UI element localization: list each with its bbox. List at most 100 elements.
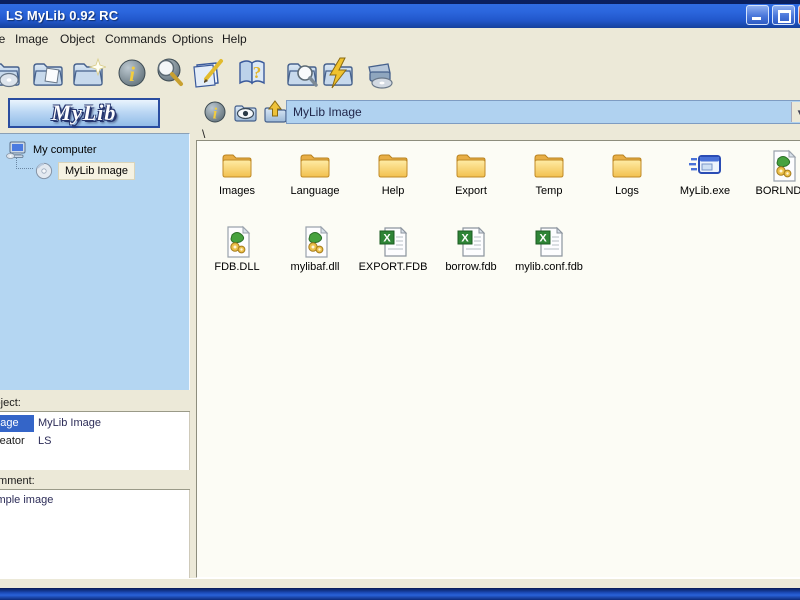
object-section-title: Object: (0, 397, 21, 409)
file-row-1: Images Language Help Export Temp Logs My… (198, 149, 800, 197)
file-label: FDB.DLL (214, 261, 260, 273)
toolbar-quick-button[interactable] (320, 55, 356, 91)
folder-icon (532, 149, 566, 183)
combo-dropdown-button[interactable]: ▼ (791, 102, 800, 122)
open-image-folder-icon (0, 55, 23, 91)
edit-notes-icon (190, 55, 226, 91)
folder-icon (298, 149, 332, 183)
disc-icon (35, 162, 53, 180)
file-list-panel: Images Language Help Export Temp Logs My… (196, 140, 800, 578)
file-item-logs[interactable]: Logs (588, 149, 666, 197)
folder-icon (220, 149, 254, 183)
mylib-logo-banner: MyLib (8, 98, 160, 128)
maximize-button[interactable] (772, 5, 795, 25)
application-icon (688, 149, 722, 183)
file-label: Logs (615, 185, 639, 197)
minimize-icon (752, 17, 761, 20)
file-item-export-fdb[interactable]: EXPORT.FDB (354, 225, 432, 273)
address-combobox[interactable]: MyLib Image ▼ (286, 100, 800, 124)
menu-commands[interactable]: Commands (105, 32, 166, 46)
comment-section-title: Comment: (0, 475, 35, 487)
menu-options[interactable]: Options (172, 32, 213, 46)
tree-item-label: My computer (33, 144, 97, 156)
address-value: MyLib Image (293, 105, 362, 119)
folder-icon (610, 149, 644, 183)
minimize-button[interactable] (746, 5, 769, 25)
mylib-logo-text: MyLib (51, 100, 117, 125)
object-property-value: LS (38, 435, 52, 447)
menu-file[interactable]: File (0, 32, 5, 46)
file-label: MyLib.exe (679, 185, 731, 197)
object-property-value: MyLib Image (38, 417, 101, 429)
toolbar-edit-button[interactable] (190, 55, 226, 91)
help-book-icon (234, 55, 270, 91)
file-item-language[interactable]: Language (276, 149, 354, 197)
computer-icon (6, 140, 28, 160)
open-folder-icon (30, 55, 66, 91)
menu-image[interactable]: Image (15, 32, 48, 46)
file-item-export[interactable]: Export (432, 149, 510, 197)
address-up-button[interactable] (262, 99, 288, 125)
menu-object[interactable]: Object (60, 32, 95, 46)
file-item-mylibaf-dll[interactable]: mylibaf.dll (276, 225, 354, 273)
chevron-down-icon: ▼ (796, 107, 800, 117)
folder-icon (454, 149, 488, 183)
image-info-icon (114, 55, 150, 91)
toolbar (0, 50, 800, 97)
toolbar-search-button[interactable] (152, 55, 188, 91)
toolbar-open-image-button[interactable] (0, 55, 23, 91)
comment-section-header: Comment: (0, 473, 190, 490)
dll-file-icon (298, 225, 332, 259)
file-item-mylib-conf-fdb[interactable]: mylib.conf.fdb (510, 225, 588, 273)
search-disc-icon (152, 55, 188, 91)
file-label: Temp (535, 185, 563, 197)
toolbar-find-button[interactable] (284, 55, 320, 91)
object-property-key: Creator (0, 435, 25, 447)
database-file-icon (376, 225, 410, 259)
file-item-borlndm[interactable]: BORLNDM (744, 149, 800, 197)
file-label: Language (290, 185, 340, 197)
object-section-header: Object: (0, 395, 190, 412)
info-disc-icon (202, 99, 228, 125)
object-properties-box: Image MyLib Image Creator LS (0, 412, 190, 470)
window-bottom-border (0, 588, 800, 600)
folder-icon (376, 149, 410, 183)
comment-box[interactable]: Sample image (0, 490, 190, 578)
file-item-fdb-dll[interactable]: FDB.DLL (198, 225, 276, 273)
file-item-images[interactable]: Images (198, 149, 276, 197)
menu-help[interactable]: Help (222, 32, 247, 46)
current-path: \ (202, 127, 206, 141)
address-info-button[interactable] (202, 99, 228, 125)
database-file-icon (532, 225, 566, 259)
view-eye-icon (232, 99, 258, 125)
comment-text: Sample image (0, 494, 54, 506)
dll-file-icon (220, 225, 254, 259)
file-label: borrow.fdb (445, 261, 497, 273)
file-label: Export (455, 185, 487, 197)
dll-file-icon (766, 149, 800, 183)
tree-item-label-selected: MyLib Image (58, 162, 135, 180)
database-file-icon (454, 225, 488, 259)
maximize-icon (778, 10, 791, 23)
file-item-mylib-exe[interactable]: MyLib.exe (666, 149, 744, 197)
toolbar-info-button[interactable] (114, 55, 150, 91)
app-window: LS MyLib 0.92 RC File Image Object Comma… (0, 0, 800, 600)
file-item-borrow-fdb[interactable]: borrow.fdb (432, 225, 510, 273)
file-label: BORLNDM (755, 185, 800, 197)
file-label: mylib.conf.fdb (515, 261, 583, 273)
toolbar-open-folder-button[interactable] (30, 55, 66, 91)
toolbar-print-button[interactable] (362, 55, 398, 91)
quick-action-icon (320, 55, 356, 91)
file-row-2: FDB.DLL mylibaf.dll EXPORT.FDB borrow.fd… (198, 225, 588, 273)
tree-item-mylib-image[interactable]: MyLib Image (35, 162, 135, 180)
file-label: Images (218, 185, 256, 197)
file-item-temp[interactable]: Temp (510, 149, 588, 197)
tree-item-my-computer[interactable]: My computer (6, 140, 97, 160)
file-item-help[interactable]: Help (354, 149, 432, 197)
window-title: LS MyLib 0.92 RC (6, 8, 119, 23)
file-label: Help (381, 185, 405, 197)
toolbar-new-image-button[interactable] (70, 55, 106, 91)
folder-up-icon (262, 99, 288, 125)
toolbar-help-button[interactable] (234, 55, 270, 91)
address-view-button[interactable] (232, 99, 258, 125)
